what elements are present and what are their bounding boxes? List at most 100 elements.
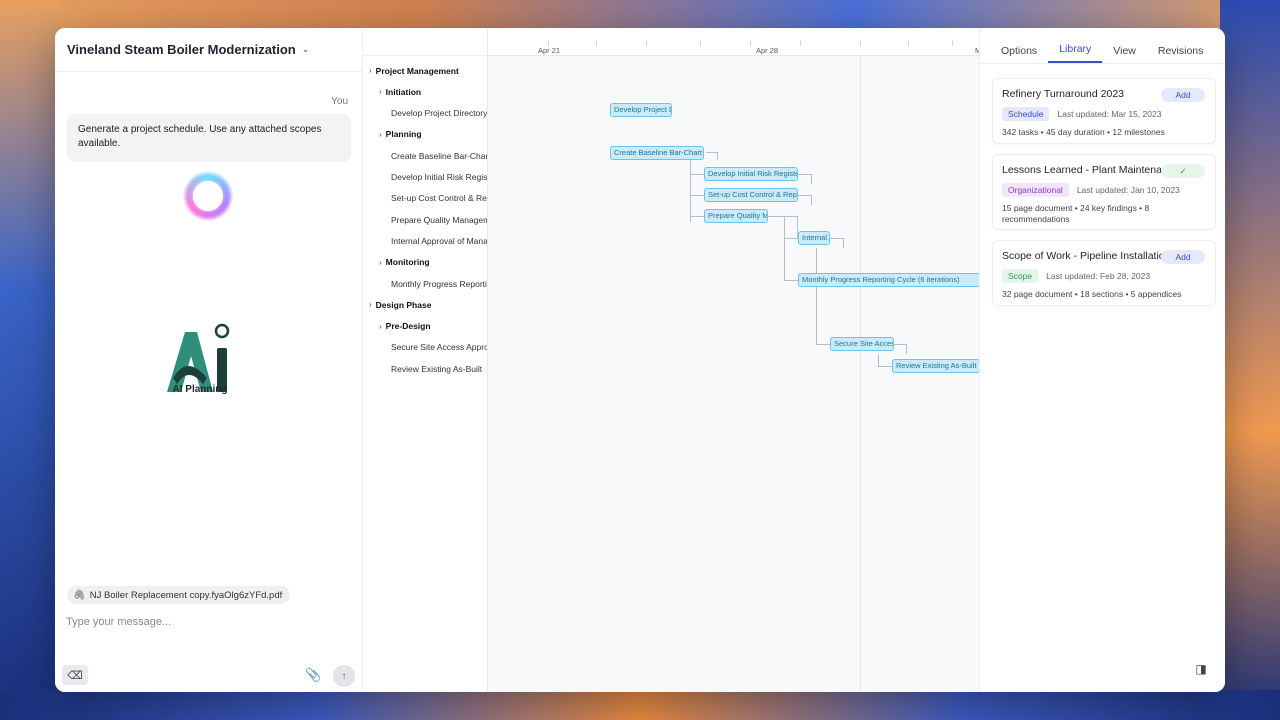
library-card[interactable]: Refinery Turnaround 2023 Add Schedule La…: [992, 78, 1216, 144]
timeline-tick: [700, 40, 701, 46]
attachment-chip[interactable]: 🖇 NJ Boiler Replacement copy.fyaOlg6zYFd…: [67, 586, 291, 604]
clear-chat-button[interactable]: ⌫: [62, 665, 88, 685]
gantt-bar[interactable]: Internal Approval: [798, 231, 830, 245]
attach-file-button[interactable]: 📎: [305, 667, 321, 683]
task-label: Secure Site Access Approvals: [391, 342, 487, 353]
task-label: Develop Initial Risk Register: [391, 172, 487, 182]
task-group-row[interactable]: › Pre-Design: [363, 316, 487, 337]
dependency-line: [784, 238, 798, 239]
task-row[interactable]: Develop Project Directory: [363, 103, 487, 124]
task-group-row[interactable]: › Design Phase: [363, 294, 487, 315]
tab-revisions[interactable]: Revisions: [1147, 45, 1215, 63]
week-divider: [860, 56, 861, 692]
tab-library[interactable]: Library: [1048, 43, 1103, 63]
tab-options[interactable]: Options: [990, 45, 1048, 63]
chevron-right-icon[interactable]: ›: [369, 300, 372, 309]
dependency-line: [690, 195, 704, 196]
attachment-name: NJ Boiler Replacement copy.fyaOlg6zYFd.p…: [89, 589, 283, 601]
task-label: Initiation: [385, 86, 422, 97]
task-label: Review Existing As-Built: [391, 363, 483, 374]
sender-label: You: [331, 96, 348, 107]
gantt-bar[interactable]: Prepare Quality Management: [704, 209, 768, 223]
dependency-line: [690, 160, 704, 222]
last-updated: Last updated: Jan 10, 2023: [1076, 185, 1180, 195]
card-stats: 342 tasks • 45 day duration • 12 milesto…: [1002, 127, 1165, 137]
task-row[interactable]: Develop Initial Risk Register: [363, 167, 487, 188]
timeline-tick: [952, 40, 953, 46]
task-group-row[interactable]: › Monitoring: [363, 252, 487, 273]
dependency-line: [878, 366, 892, 367]
dependency-line: [828, 238, 844, 248]
dependency-line: [784, 280, 798, 281]
dependency-line: [816, 248, 844, 344]
app-window: Vineland Steam Boiler Modernization ⌄ Yo…: [55, 28, 1225, 692]
task-label: Pre-Design: [385, 321, 431, 332]
chevron-right-icon[interactable]: ›: [379, 322, 382, 331]
timeline-date: Apr 21: [538, 46, 561, 55]
paperclip-icon: 📎: [305, 667, 322, 682]
panel-tabs: Options Library View Revisions: [980, 28, 1225, 64]
card-meta: Scope Last updated: Feb 28, 2023: [1002, 269, 1206, 283]
dependency-line: [784, 216, 798, 280]
type-badge: Scope: [1002, 269, 1039, 283]
card-title: Lessons Learned - Plant Maintenance: [1002, 164, 1162, 176]
tab-view[interactable]: View: [1102, 45, 1147, 63]
user-message: Generate a project schedule. Use any att…: [67, 114, 351, 162]
chevron-right-icon[interactable]: ›: [379, 87, 382, 96]
last-updated: Last updated: Mar 15, 2023: [1057, 109, 1162, 119]
chevron-right-icon[interactable]: ›: [379, 258, 382, 267]
gantt-bar[interactable]: Secure Site Access Approvals: [830, 337, 894, 351]
last-updated: Last updated: Feb 28, 2023: [1046, 271, 1151, 281]
task-row[interactable]: Internal Approval of Management: [363, 230, 487, 251]
add-button[interactable]: Add: [1161, 88, 1205, 102]
task-row[interactable]: Set-up Cost Control & Reporting: [363, 188, 487, 209]
dependency-line: [690, 216, 704, 217]
timeline-tick: [646, 40, 647, 46]
task-label: Monitoring: [385, 257, 430, 268]
timeline-date: Apr 28: [756, 46, 779, 55]
dependency-line: [893, 344, 907, 354]
loading-spinner-core: [193, 181, 223, 211]
collapse-panel-button[interactable]: ◨: [1191, 660, 1211, 678]
task-row[interactable]: Monthly Progress Reporting: [363, 273, 487, 294]
message-input[interactable]: [66, 616, 346, 628]
task-label: Create Baseline Bar-Chart: [391, 150, 487, 161]
gantt-bar[interactable]: Develop Project Directory: [610, 103, 672, 117]
send-button[interactable]: ↑: [333, 665, 355, 687]
timeline-tick: [800, 40, 801, 46]
project-title[interactable]: Vineland Steam Boiler Modernization: [67, 42, 296, 57]
task-list-header: [363, 28, 487, 56]
arrow-up-icon: ↑: [341, 670, 347, 682]
chevron-down-icon[interactable]: ⌄: [302, 44, 310, 55]
desktop-wallpaper-top: [0, 0, 1280, 30]
dependency-line: [798, 195, 812, 205]
task-row[interactable]: Prepare Quality Management: [363, 209, 487, 230]
task-group-row[interactable]: › Project Management: [363, 60, 487, 81]
added-check-button[interactable]: ✓: [1161, 164, 1205, 178]
gantt-bar[interactable]: Develop Initial Risk Register: [704, 167, 798, 181]
dependency-line: [798, 174, 812, 184]
task-row[interactable]: Create Baseline Bar-Chart: [363, 145, 487, 166]
task-row[interactable]: Secure Site Access Approvals: [363, 337, 487, 358]
dependency-line: [816, 344, 830, 345]
chevron-right-icon[interactable]: ›: [379, 130, 382, 139]
card-meta: Schedule Last updated: Mar 15, 2023: [1002, 107, 1206, 121]
task-row[interactable]: Review Existing As-Built: [363, 358, 487, 379]
add-button[interactable]: Add: [1161, 250, 1205, 264]
timeline-tick: [860, 40, 861, 46]
chat-panel: Vineland Steam Boiler Modernization ⌄ Yo…: [55, 28, 363, 692]
gantt-bar[interactable]: Monthly Progress Reporting Cycle (6 iter…: [798, 273, 979, 287]
gantt-bar[interactable]: Set-up Cost Control & Reporting: [704, 188, 798, 202]
chat-header: Vineland Steam Boiler Modernization ⌄: [55, 28, 362, 72]
library-card[interactable]: Scope of Work - Pipeline Installation Ad…: [992, 240, 1216, 306]
task-label: Design Phase: [375, 299, 432, 310]
chevron-right-icon[interactable]: ›: [369, 66, 372, 75]
gantt-bar[interactable]: Review Existing As-Built: [892, 359, 979, 373]
gantt-bar[interactable]: Create Baseline Bar-Chart: [610, 146, 704, 160]
task-group-row[interactable]: › Initiation: [363, 81, 487, 102]
desktop-wallpaper-bottom: [0, 690, 1280, 720]
task-group-row[interactable]: › Planning: [363, 124, 487, 145]
task-label: Develop Project Directory: [391, 108, 487, 119]
library-card[interactable]: Lessons Learned - Plant Maintenance ✓ Or…: [992, 154, 1216, 230]
gantt-chart: Apr 21 Apr 28 M Develop Project Director…: [487, 28, 979, 692]
